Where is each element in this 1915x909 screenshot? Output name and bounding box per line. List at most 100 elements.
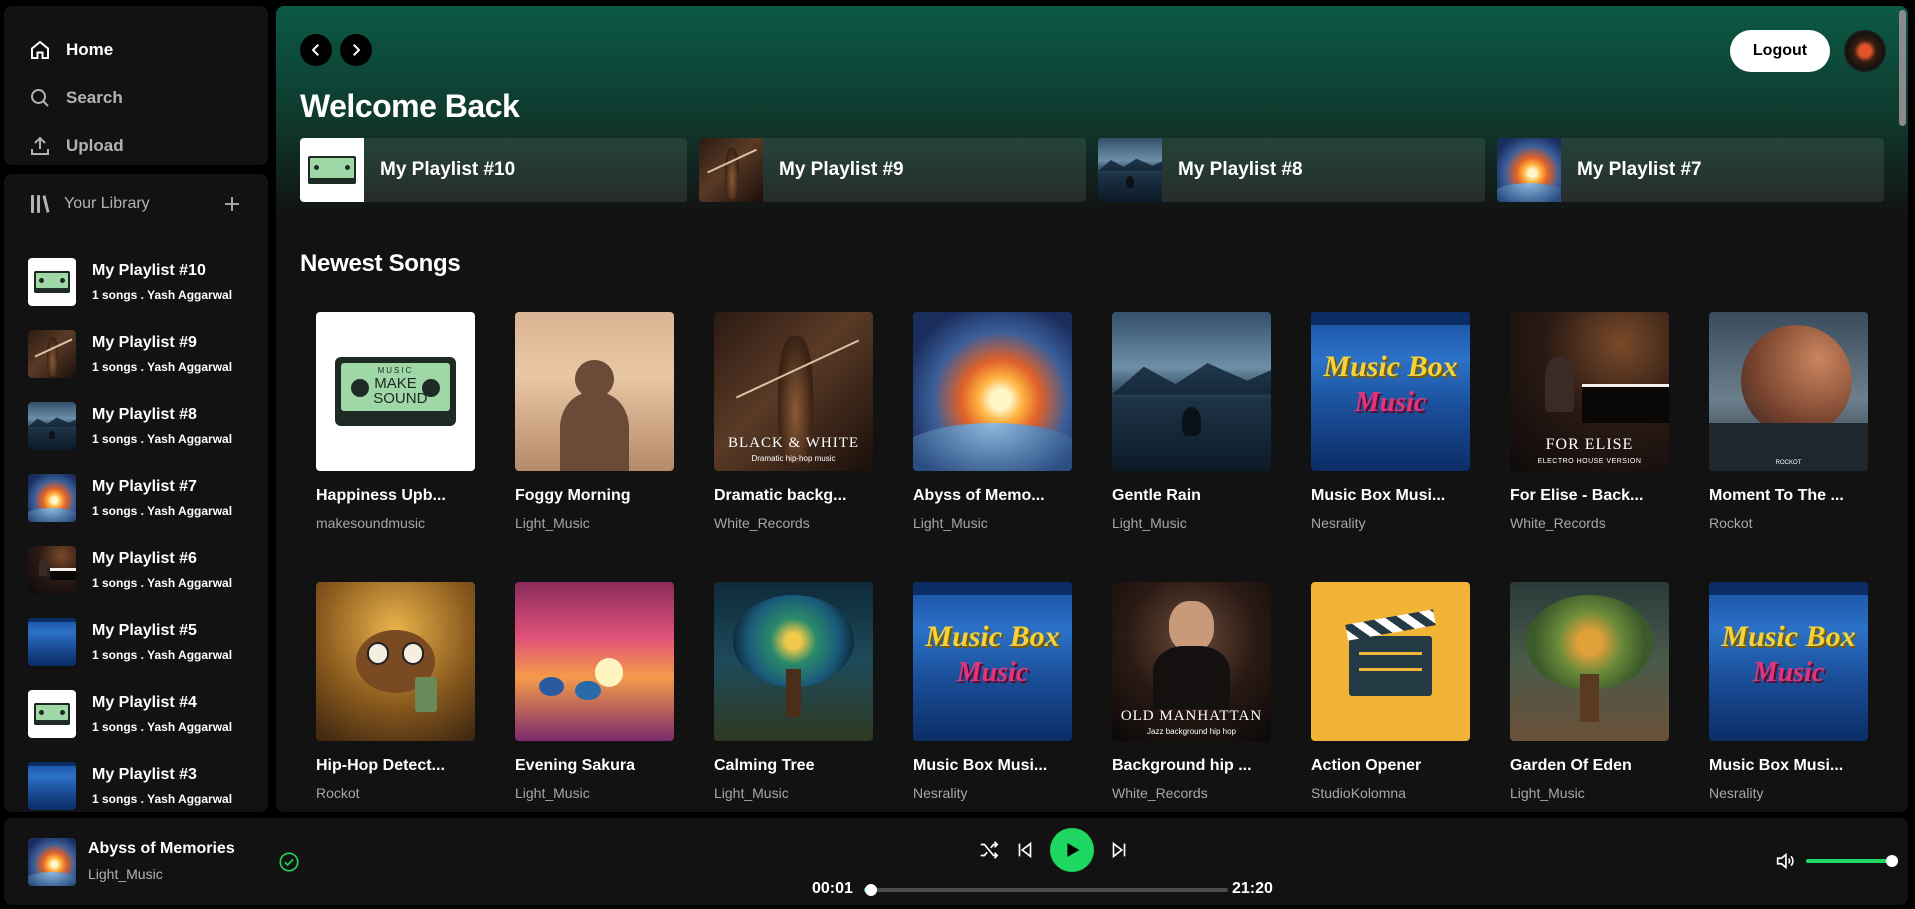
quick-pick-card[interactable]: My Playlist #10 <box>300 138 687 202</box>
quick-pick-card[interactable]: My Playlist #8 <box>1098 138 1485 202</box>
playlist-cover <box>28 474 76 522</box>
now-playing-art[interactable] <box>28 838 76 886</box>
song-title: Garden Of Eden <box>1510 757 1632 774</box>
check-circle-icon[interactable] <box>278 851 300 873</box>
library-item[interactable]: My Playlist #7 1 songs . Yash Aggarwal <box>28 462 268 534</box>
volume-slider[interactable] <box>1806 855 1898 867</box>
library-item-title: My Playlist #3 <box>92 766 197 783</box>
library-item[interactable]: My Playlist #8 1 songs . Yash Aggarwal <box>28 390 268 462</box>
song-card[interactable]: Evening Sakura Light_Music <box>499 566 698 812</box>
library-item-meta: 1 songs . Yash Aggarwal <box>92 648 233 662</box>
song-card[interactable]: FOR ELISE ELECTRO HOUSE VERSION For Elis… <box>1494 296 1693 566</box>
forward-button[interactable] <box>340 34 372 66</box>
avatar[interactable] <box>1844 30 1886 72</box>
song-card[interactable]: Garden Of Eden Light_Music <box>1494 566 1693 812</box>
upload-icon <box>31 136 49 155</box>
song-title: Action Opener <box>1311 757 1422 774</box>
elapsed-time: 00:01 <box>812 880 853 897</box>
playlist-cover <box>28 546 76 594</box>
shuffle-icon[interactable] <box>978 839 1000 861</box>
song-cover: OLD MANHATTAN Jazz background hip hop <box>1112 582 1271 741</box>
now-playing-artist[interactable]: Light_Music <box>88 866 163 882</box>
song-artist: White_Records <box>1510 515 1606 531</box>
library-item-text: My Playlist #7 1 songs . Yash Aggarwal <box>92 478 232 518</box>
quick-picks: My Playlist #10 My Playlist #9 My Playli… <box>300 138 1884 202</box>
next-icon[interactable] <box>1108 839 1130 861</box>
song-card[interactable]: Music Box Music Music Box Musi... Nesral… <box>1693 566 1892 812</box>
chevron-left-icon <box>311 44 319 56</box>
back-button[interactable] <box>300 34 332 66</box>
library-item[interactable]: My Playlist #3 1 songs . Yash Aggarwal <box>28 750 268 812</box>
musicbox-label-bottom: Music <box>1752 656 1825 688</box>
player-bar: Abyss of Memories Light_Music 00:01 21:2… <box>4 818 1908 905</box>
add-icon[interactable] <box>220 192 244 216</box>
song-card[interactable]: BLACK & WHITE Dramatic hip-hop music Dra… <box>698 296 897 566</box>
playlist-cover <box>28 762 76 810</box>
song-artist: Light_Music <box>714 785 789 801</box>
song-title: Happiness Upb... <box>316 487 446 504</box>
volume-icon[interactable] <box>1774 850 1796 872</box>
song-cover <box>714 582 873 741</box>
main-scrollbar[interactable] <box>1899 10 1906 126</box>
song-card[interactable]: MUSIC MAKE SOUND Happiness Upb... makeso… <box>300 296 499 566</box>
library-header: Your Library <box>4 174 268 234</box>
library-item-meta: 1 songs . Yash Aggarwal <box>92 720 233 734</box>
previous-icon[interactable] <box>1014 839 1036 861</box>
cassette-label-top: MUSIC <box>377 366 414 376</box>
playlist-cover <box>28 618 76 666</box>
page-title: Welcome Back <box>300 88 520 124</box>
piano-label-sub: ELECTRO HOUSE VERSION <box>1537 457 1642 465</box>
nav-upload[interactable]: Upload <box>28 122 244 170</box>
song-card[interactable]: Foggy Morning Light_Music <box>499 296 698 566</box>
song-card[interactable]: Abyss of Memo... Light_Music <box>897 296 1096 566</box>
song-artist: Light_Music <box>515 515 590 531</box>
song-card[interactable]: ROCKOT Moment To The ... Rockot <box>1693 296 1892 566</box>
quick-pick-card[interactable]: My Playlist #9 <box>699 138 1086 202</box>
library-item[interactable]: My Playlist #6 1 songs . Yash Aggarwal <box>28 534 268 606</box>
library-item-title: My Playlist #10 <box>92 262 206 279</box>
song-cover <box>913 312 1072 471</box>
song-artist: StudioKolomna <box>1311 785 1406 801</box>
song-card[interactable]: Calming Tree Light_Music <box>698 566 897 812</box>
progress-knob[interactable] <box>865 884 878 896</box>
play-button[interactable] <box>1050 828 1094 872</box>
song-artist: White_Records <box>1112 785 1208 801</box>
song-card[interactable]: OLD MANHATTAN Jazz background hip hop Ba… <box>1096 566 1295 812</box>
volume-fill <box>1806 859 1892 863</box>
section-title-newest: Newest Songs <box>300 250 461 277</box>
library-icon <box>31 195 50 213</box>
library-item-meta: 1 songs . Yash Aggarwal <box>92 360 233 374</box>
library-item-text: My Playlist #9 1 songs . Yash Aggarwal <box>92 334 232 374</box>
nav-home[interactable]: Home <box>28 26 244 74</box>
volume-knob[interactable] <box>1886 855 1898 867</box>
song-title: Evening Sakura <box>515 757 636 774</box>
logout-button[interactable]: Logout <box>1730 30 1830 72</box>
library-item[interactable]: My Playlist #10 1 songs . Yash Aggarwal <box>28 246 268 318</box>
song-cover <box>316 582 475 741</box>
song-artist: Light_Music <box>913 515 988 531</box>
now-playing-title[interactable]: Abyss of Memories <box>88 840 235 858</box>
song-card[interactable]: Gentle Rain Light_Music <box>1096 296 1295 566</box>
nav-panel: Home Search Upload <box>4 6 268 165</box>
song-card[interactable]: Hip-Hop Detect... Rockot <box>300 566 499 812</box>
song-artist: Rockot <box>316 785 360 801</box>
song-artist: Light_Music <box>515 785 590 801</box>
song-card[interactable]: Music Box Music Music Box Musi... Nesral… <box>1295 296 1494 566</box>
library-item[interactable]: My Playlist #4 1 songs . Yash Aggarwal <box>28 678 268 750</box>
library-item[interactable]: My Playlist #9 1 songs . Yash Aggarwal <box>28 318 268 390</box>
musicbox-label-top: Music Box <box>1323 350 1458 384</box>
song-title: Dramatic backg... <box>714 487 847 504</box>
musicbox-label-bottom: Music <box>956 656 1029 688</box>
library-item[interactable]: My Playlist #5 1 songs . Yash Aggarwal <box>28 606 268 678</box>
quick-pick-card[interactable]: My Playlist #7 <box>1497 138 1884 202</box>
playlist-cover <box>28 690 76 738</box>
song-card[interactable]: Music Box Music Music Box Musi... Nesral… <box>897 566 1096 812</box>
song-card[interactable]: Action Opener StudioKolomna <box>1295 566 1494 812</box>
nav-search[interactable]: Search <box>28 74 244 122</box>
library-item-text: My Playlist #6 1 songs . Yash Aggarwal <box>92 550 232 590</box>
musicbox-label-bottom: Music <box>1354 386 1427 418</box>
song-cover: ROCKOT <box>1709 312 1868 471</box>
nav-home-label: Home <box>66 40 114 59</box>
progress-bar[interactable] <box>864 884 1228 896</box>
library-title-group[interactable]: Your Library <box>28 192 150 216</box>
